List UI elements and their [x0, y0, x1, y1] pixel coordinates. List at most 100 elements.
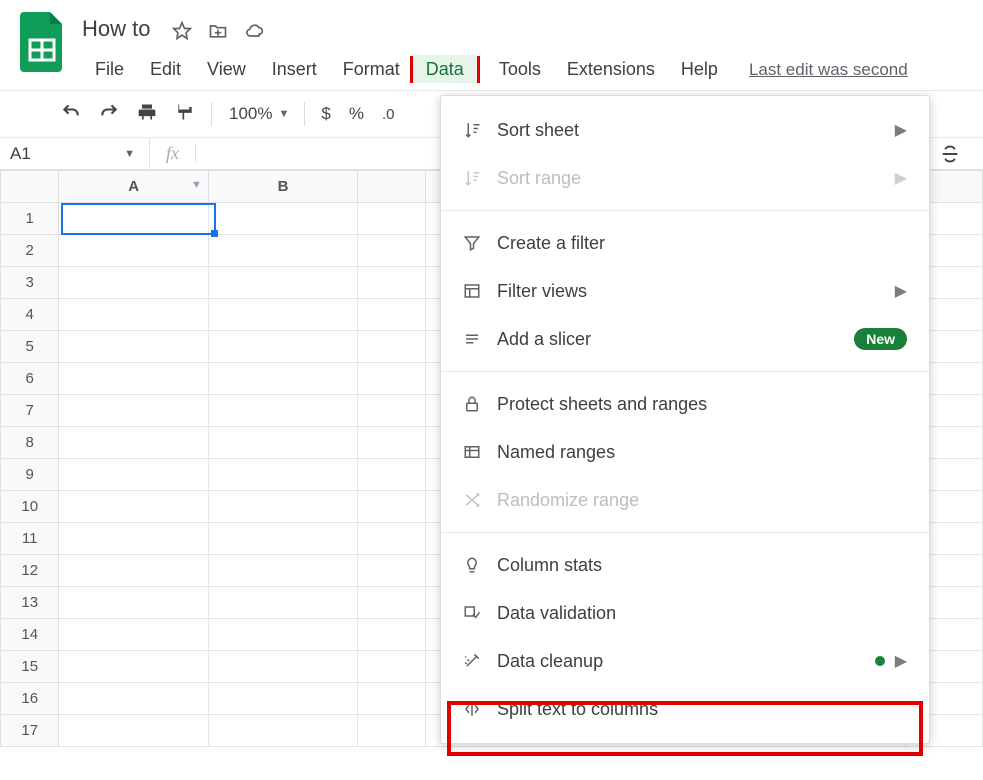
menu-item-label: Data cleanup — [497, 651, 875, 672]
menu-data[interactable]: Data — [413, 55, 477, 83]
menu-data-highlight: Data — [410, 56, 480, 83]
row-header[interactable]: 14 — [1, 619, 59, 651]
column-label: B — [278, 178, 289, 195]
menu-create-filter[interactable]: Create a filter — [441, 219, 929, 267]
row-header[interactable]: 7 — [1, 395, 59, 427]
column-menu-caret-icon[interactable]: ▼ — [191, 179, 202, 191]
sheets-logo-icon[interactable] — [18, 12, 66, 74]
menu-item-label: Column stats — [497, 555, 907, 576]
row-header[interactable]: 5 — [1, 331, 59, 363]
menu-view[interactable]: View — [194, 55, 259, 84]
row-header[interactable]: 3 — [1, 267, 59, 299]
menu-extensions[interactable]: Extensions — [554, 55, 668, 84]
menu-split-text[interactable]: Split text to columns — [441, 685, 929, 733]
zoom-caret-icon[interactable]: ▼ — [278, 108, 297, 120]
menu-sort-range: Sort range ▶ — [441, 154, 929, 202]
row-header[interactable]: 2 — [1, 235, 59, 267]
row-header[interactable]: 9 — [1, 459, 59, 491]
name-box[interactable]: A1 ▼ — [0, 138, 150, 169]
strikethrough-icon[interactable] — [939, 143, 961, 171]
star-icon[interactable] — [172, 21, 192, 44]
row-header[interactable]: 11 — [1, 523, 59, 555]
randomize-icon — [463, 491, 497, 509]
menu-tools[interactable]: Tools — [486, 55, 554, 84]
menu-separator — [441, 532, 929, 533]
sort-sheet-icon — [463, 121, 497, 139]
submenu-arrow-icon: ▶ — [895, 120, 907, 140]
menu-filter-views[interactable]: Filter views ▶ — [441, 267, 929, 315]
column-header-b[interactable]: B — [208, 171, 357, 203]
menu-item-label: Sort range — [497, 168, 895, 189]
percent-button[interactable]: % — [340, 104, 373, 124]
menu-separator — [441, 371, 929, 372]
column-header-a[interactable]: A ▼ — [59, 171, 208, 203]
redo-icon[interactable] — [90, 102, 128, 127]
submenu-arrow-icon: ▶ — [895, 168, 907, 188]
menu-item-label: Randomize range — [497, 490, 907, 511]
menu-named-ranges[interactable]: Named ranges — [441, 428, 929, 476]
menu-separator — [441, 210, 929, 211]
menu-sort-sheet[interactable]: Sort sheet ▶ — [441, 106, 929, 154]
menu-item-label: Data validation — [497, 603, 907, 624]
cloud-status-icon[interactable] — [244, 21, 264, 44]
toolbar-separator — [211, 102, 212, 126]
menu-protect-sheets[interactable]: Protect sheets and ranges — [441, 380, 929, 428]
menu-item-label: Protect sheets and ranges — [497, 394, 907, 415]
menu-add-slicer[interactable]: Add a slicer New — [441, 315, 929, 363]
menu-bar: File Edit View Insert Format Data Tools … — [82, 55, 908, 84]
column-header[interactable] — [358, 171, 425, 203]
move-icon[interactable] — [208, 21, 228, 44]
select-all-corner[interactable] — [1, 171, 59, 203]
row-header[interactable]: 1 — [1, 203, 59, 235]
menu-item-label: Split text to columns — [497, 699, 907, 720]
last-edit-link[interactable]: Last edit was second — [749, 60, 908, 80]
paint-format-icon[interactable] — [166, 102, 204, 127]
name-box-value: A1 — [10, 144, 31, 164]
menu-item-label: Filter views — [497, 281, 895, 302]
row-header[interactable]: 17 — [1, 715, 59, 747]
row-header[interactable]: 10 — [1, 491, 59, 523]
menu-column-stats[interactable]: Column stats — [441, 541, 929, 589]
filter-icon — [463, 234, 497, 252]
menu-item-label: Named ranges — [497, 442, 907, 463]
status-dot-icon — [875, 656, 885, 666]
menu-format[interactable]: Format — [330, 55, 413, 84]
lock-icon — [463, 395, 497, 413]
sort-range-icon — [463, 169, 497, 187]
menu-data-validation[interactable]: Data validation — [441, 589, 929, 637]
named-ranges-icon — [463, 443, 497, 461]
app-header: How to File Edit View Insert Format Data… — [0, 0, 983, 84]
fx-separator — [195, 145, 196, 163]
menu-item-label: Sort sheet — [497, 120, 895, 141]
print-icon[interactable] — [128, 102, 166, 127]
submenu-arrow-icon: ▶ — [895, 651, 907, 671]
menu-edit[interactable]: Edit — [137, 55, 194, 84]
split-icon — [463, 700, 497, 718]
data-validation-icon — [463, 604, 497, 622]
row-header[interactable]: 16 — [1, 683, 59, 715]
lightbulb-icon — [463, 556, 497, 574]
data-menu-dropdown: Sort sheet ▶ Sort range ▶ Create a filte… — [440, 95, 930, 744]
new-badge: New — [854, 328, 907, 350]
menu-data-cleanup[interactable]: Data cleanup ▶ — [441, 637, 929, 685]
row-header[interactable]: 4 — [1, 299, 59, 331]
menu-item-label: Add a slicer — [497, 329, 854, 350]
undo-icon[interactable] — [52, 102, 90, 127]
menu-insert[interactable]: Insert — [259, 55, 330, 84]
slicer-icon — [463, 330, 497, 348]
row-header[interactable]: 13 — [1, 587, 59, 619]
currency-button[interactable]: $ — [312, 104, 339, 124]
zoom-value[interactable]: 100% — [219, 104, 278, 124]
menu-help[interactable]: Help — [668, 55, 731, 84]
submenu-arrow-icon: ▶ — [895, 281, 907, 301]
filter-views-icon — [463, 282, 497, 300]
decimal-button[interactable]: .0 — [373, 106, 404, 123]
row-header[interactable]: 12 — [1, 555, 59, 587]
row-header[interactable]: 15 — [1, 651, 59, 683]
document-title[interactable]: How to — [82, 16, 150, 45]
row-header[interactable]: 6 — [1, 363, 59, 395]
fx-label: fx — [150, 143, 195, 164]
menu-file[interactable]: File — [82, 55, 137, 84]
row-header[interactable]: 8 — [1, 427, 59, 459]
name-box-caret-icon[interactable]: ▼ — [124, 148, 149, 160]
